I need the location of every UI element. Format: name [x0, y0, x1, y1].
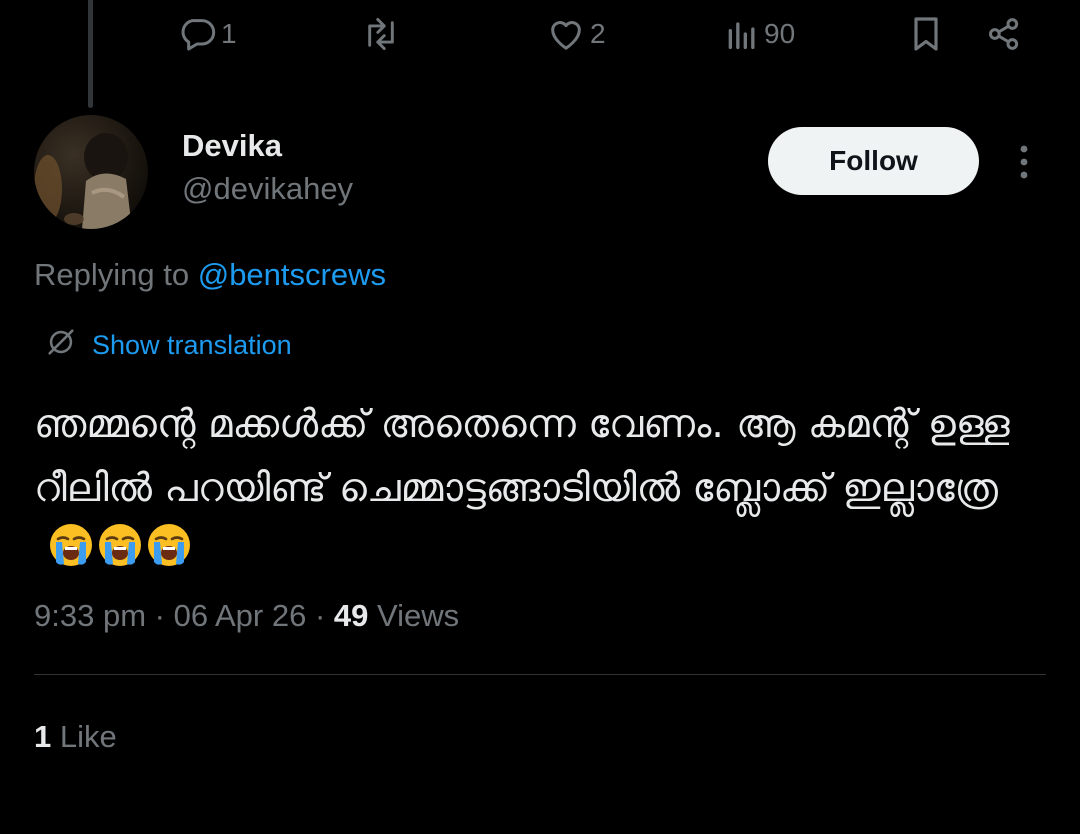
share-button[interactable]: [984, 8, 1024, 60]
follow-button[interactable]: Follow: [768, 127, 979, 195]
heart-icon: [546, 14, 586, 54]
emoji-group: [48, 522, 192, 588]
replying-to-mention[interactable]: @bentscrews: [198, 257, 386, 292]
more-vertical-icon: [1008, 145, 1040, 188]
replying-to-prefix: Replying to: [34, 257, 190, 292]
likes-summary[interactable]: 1 Like: [34, 719, 117, 755]
reply-icon: [177, 14, 217, 54]
loudly-crying-face-icon: [97, 522, 143, 588]
tweet-text: ഞമ്മന്റെ മക്കൾക്ക് അതെന്നെ വേണം. ആ കമന്റ…: [34, 393, 1044, 588]
views-button[interactable]: 90: [724, 8, 795, 60]
reply-button[interactable]: 1: [177, 8, 237, 60]
retweet-button[interactable]: [360, 8, 402, 60]
divider: [34, 674, 1046, 675]
show-translation-label: Show translation: [92, 329, 292, 360]
avatar[interactable]: [34, 115, 148, 229]
author-display-name[interactable]: Devika: [182, 128, 282, 164]
more-options-button[interactable]: [1008, 140, 1040, 184]
likes-count: 1: [34, 719, 52, 754]
meta-separator: ·: [154, 598, 165, 633]
share-icon: [984, 14, 1024, 54]
bookmark-icon: [906, 14, 946, 54]
author-handle[interactable]: @devikahey: [182, 171, 353, 207]
bookmark-button[interactable]: [906, 8, 946, 60]
views-count: 49: [333, 598, 369, 633]
reply-count: 1: [221, 18, 237, 49]
globe-slash-icon: [44, 325, 92, 366]
views-icon: [724, 14, 760, 54]
view-count: 90: [764, 18, 796, 49]
likes-label: Like: [59, 719, 117, 754]
show-translation-button[interactable]: Show translation: [44, 325, 292, 365]
previous-tweet-action-bar: 1 2 90: [0, 8, 1080, 60]
like-count: 2: [590, 18, 606, 49]
loudly-crying-face-icon: [146, 522, 192, 588]
tweet-time[interactable]: 9:33 pm: [34, 598, 146, 633]
like-button[interactable]: 2: [546, 8, 606, 60]
tweet-meta: 9:33 pm · 06 Apr 26 · 49 Views: [34, 598, 459, 634]
replying-to-line: Replying to @bentscrews: [34, 257, 386, 293]
tweet-date[interactable]: 06 Apr 26: [174, 598, 307, 633]
retweet-icon: [360, 14, 402, 54]
loudly-crying-face-icon: [48, 522, 94, 588]
tweet-body: ഞമ്മന്റെ മക്കൾക്ക് അതെന്നെ വേണം. ആ കമന്റ…: [34, 402, 1010, 511]
meta-separator: ·: [314, 598, 326, 633]
views-label: Views: [377, 598, 460, 633]
